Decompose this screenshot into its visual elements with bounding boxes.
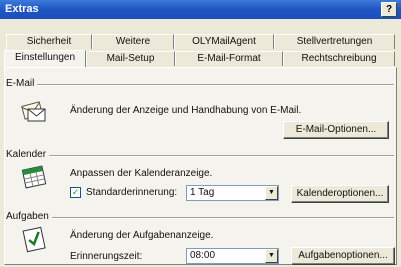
reminder-time-label: Erinnerungszeit: <box>70 251 143 262</box>
calendar-options-button-label: Kalenderoptionen... <box>296 188 384 199</box>
email-description: Änderung der Anzeige und Handhabung von … <box>70 105 302 116</box>
tab-einstellungen[interactable]: Einstellungen <box>4 50 86 67</box>
options-dialog: Extras ? Sicherheit Weitere OLYMailAgent… <box>0 0 401 267</box>
task-options-button[interactable]: Aufgabenoptionen... <box>291 247 395 265</box>
window-title: Extras <box>5 3 39 15</box>
title-bar: Extras ? <box>0 0 401 19</box>
calendar-description: Anpassen der Kalenderanzeige. <box>70 168 213 179</box>
tab-mail-setup[interactable]: Mail-Setup <box>86 51 175 66</box>
default-reminder-value: 1 Tag <box>190 187 215 198</box>
calendar-section-divider <box>42 155 394 157</box>
email-section-label: E-Mail <box>6 78 38 89</box>
email-section-divider <box>30 84 394 86</box>
chevron-down-icon[interactable]: ▼ <box>265 186 278 200</box>
tab-sicherheit[interactable]: Sicherheit <box>6 34 92 49</box>
default-reminder-label: Standarderinnerung: <box>86 187 178 198</box>
tab-weitere[interactable]: Weitere <box>92 34 174 49</box>
help-button[interactable]: ? <box>381 2 397 17</box>
email-options-button-label: E-Mail-Optionen... <box>295 124 377 135</box>
chevron-down-icon[interactable]: ▼ <box>265 249 278 263</box>
default-reminder-checkbox[interactable]: ✓ <box>70 187 81 198</box>
checklist-icon <box>20 225 48 253</box>
calendar-options-button[interactable]: Kalenderoptionen... <box>291 185 389 203</box>
reminder-time-value: 08:00 <box>190 250 216 261</box>
calendar-section-label: Kalender <box>6 149 50 160</box>
calendar-icon <box>20 163 48 191</box>
tab-stellvertretungen[interactable]: Stellvertretungen <box>274 34 395 49</box>
tab-email-format[interactable]: E-Mail-Format <box>175 51 283 66</box>
email-options-button[interactable]: E-Mail-Optionen... <box>283 121 389 139</box>
tab-olymailagent[interactable]: OLYMailAgent <box>174 34 274 49</box>
envelope-icon <box>20 97 48 125</box>
tasks-section-label: Aufgaben <box>6 211 52 222</box>
tasks-description: Änderung der Aufgabenanzeige. <box>70 230 214 241</box>
tasks-section-divider <box>48 217 394 219</box>
tab-rechtschreibung[interactable]: Rechtschreibung <box>283 51 395 66</box>
task-options-button-label: Aufgabenoptionen... <box>298 250 388 261</box>
